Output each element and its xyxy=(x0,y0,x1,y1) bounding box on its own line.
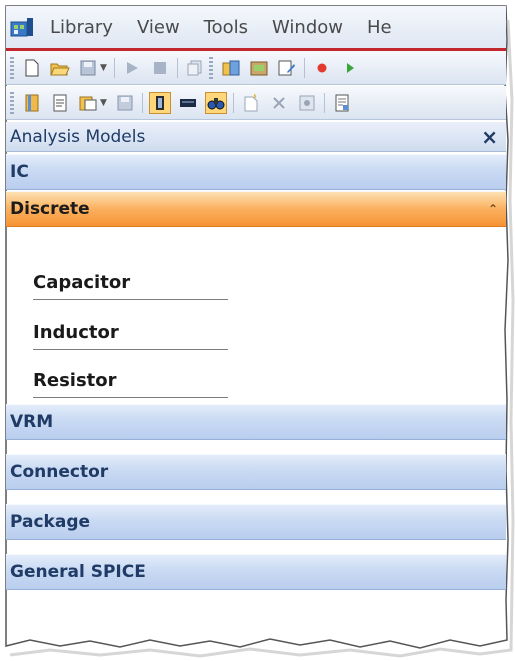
app-logo-icon[interactable] xyxy=(10,16,36,38)
run-icon[interactable] xyxy=(339,57,361,79)
delete-icon[interactable] xyxy=(268,92,290,114)
menu-tools[interactable]: Tools xyxy=(204,17,248,38)
new-doc-icon[interactable] xyxy=(240,92,262,114)
category-discrete[interactable]: Discrete ⌃ xyxy=(6,191,506,227)
new-file-icon[interactable] xyxy=(21,57,43,79)
save-disabled-icon[interactable] xyxy=(114,92,136,114)
menu-help[interactable]: He xyxy=(367,17,392,38)
toolbar-separator xyxy=(232,92,234,113)
category-label: VRM xyxy=(10,412,54,432)
category-package[interactable]: Package xyxy=(6,504,506,540)
report-icon[interactable] xyxy=(331,92,353,114)
category-connector[interactable]: Connector xyxy=(6,454,506,490)
menu-library[interactable]: Library xyxy=(50,17,113,38)
record-icon[interactable] xyxy=(311,57,333,79)
toolbar-separator xyxy=(176,57,178,78)
close-icon[interactable]: × xyxy=(481,125,498,149)
toolbar-separator xyxy=(303,57,305,78)
find-icon[interactable] xyxy=(204,91,227,114)
browse-icon[interactable] xyxy=(248,57,270,79)
category-label: Connector xyxy=(10,462,109,482)
list-item-label: Resistor xyxy=(33,370,117,391)
chevron-down-icon[interactable]: ▼ xyxy=(100,63,107,73)
notes-icon[interactable] xyxy=(49,92,71,114)
play-icon[interactable] xyxy=(121,57,143,79)
menu-view[interactable]: View xyxy=(137,17,180,38)
chevron-down-icon[interactable]: ▼ xyxy=(100,98,107,108)
category-general-spice[interactable]: General SPICE xyxy=(6,554,506,590)
menu-bar: Library View Tools Window He xyxy=(6,6,506,51)
category-label: General SPICE xyxy=(10,562,146,582)
panel-icon[interactable] xyxy=(148,91,171,114)
list-item-resistor[interactable]: Resistor xyxy=(33,364,228,398)
open-folder-icon[interactable] xyxy=(49,57,71,79)
menu-window[interactable]: Window xyxy=(272,17,343,38)
category-ic[interactable]: IC xyxy=(6,154,506,190)
stop-icon[interactable] xyxy=(149,57,171,79)
clipboard-icon[interactable] xyxy=(77,92,99,114)
category-label: Discrete xyxy=(10,199,90,219)
list-item-label: Inductor xyxy=(33,322,119,343)
library-icon[interactable] xyxy=(220,57,242,79)
toolbar-separator xyxy=(141,92,143,113)
list-item-capacitor[interactable]: Capacitor xyxy=(33,266,228,300)
panel-title: Analysis Models xyxy=(10,126,146,147)
toolbar-separator xyxy=(113,57,115,78)
toolbar-grip[interactable] xyxy=(10,56,14,79)
toolbar-grip[interactable] xyxy=(10,91,14,114)
list-item-label: Capacitor xyxy=(33,272,131,293)
toolbar-separator xyxy=(323,92,325,113)
collapse-chevron-icon[interactable]: ⌃ xyxy=(488,202,498,216)
model-toolbar: ▼ xyxy=(6,86,506,120)
toolbar-grip[interactable] xyxy=(208,56,213,79)
book-icon[interactable] xyxy=(21,92,43,114)
edit-icon[interactable] xyxy=(276,57,298,79)
copy-icon[interactable] xyxy=(184,57,206,79)
keyboard-icon[interactable] xyxy=(177,92,199,114)
category-vrm[interactable]: VRM xyxy=(6,404,506,440)
analysis-models-panel-header: Analysis Models × xyxy=(6,122,506,152)
standard-toolbar: ▼ xyxy=(6,51,506,85)
list-item-inductor[interactable]: Inductor xyxy=(33,316,228,350)
properties-icon[interactable] xyxy=(296,92,318,114)
application-window: Library View Tools Window He ▼ ▼ Analysi… xyxy=(6,6,506,646)
save-icon[interactable] xyxy=(77,57,99,79)
category-label: Package xyxy=(10,512,91,532)
category-label: IC xyxy=(10,162,29,182)
